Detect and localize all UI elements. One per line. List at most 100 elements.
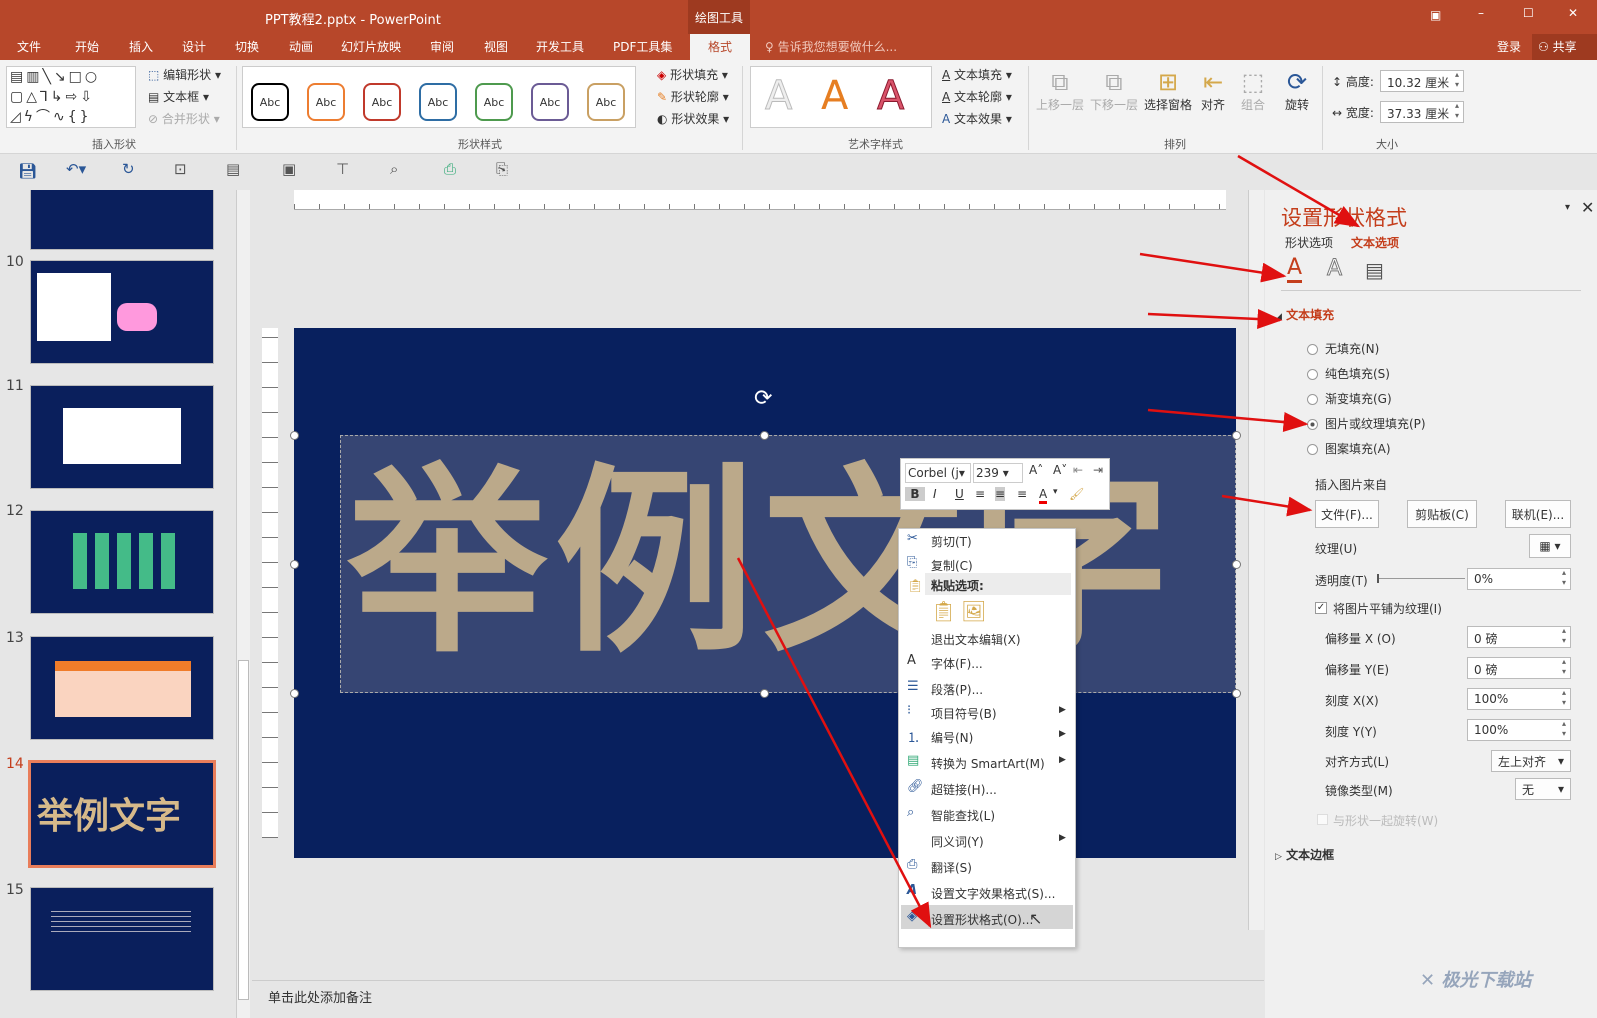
- style-swatch[interactable]: Abc: [531, 83, 569, 121]
- menu-item-translate[interactable]: 翻译(S): [931, 859, 972, 876]
- redo-icon[interactable]: ↻: [122, 160, 135, 178]
- slide-thumbnail[interactable]: [30, 260, 214, 364]
- radio-pattern-fill[interactable]: [1307, 444, 1318, 455]
- vertical-scrollbar[interactable]: [1248, 190, 1264, 930]
- underline-button[interactable]: U: [955, 487, 964, 501]
- tile-label[interactable]: 将图片平铺为纹理(I): [1333, 600, 1442, 617]
- notes-area[interactable]: 单击此处添加备注: [252, 980, 1264, 1010]
- align-center-icon[interactable]: ≡: [995, 487, 1006, 501]
- rotate-handle-icon[interactable]: ⟳: [754, 386, 772, 411]
- resize-handle[interactable]: [1232, 560, 1241, 569]
- align-button[interactable]: ⇤ 对齐: [1196, 68, 1230, 113]
- label-solid-fill[interactable]: 纯色填充(S): [1325, 365, 1390, 382]
- scroll-thumb[interactable]: [238, 660, 249, 1000]
- menu-item-bullets[interactable]: 项目符号(B): [931, 705, 997, 722]
- style-swatch[interactable]: Abc: [587, 83, 625, 121]
- text-fill-section[interactable]: ◢ 文本填充: [1275, 306, 1334, 323]
- wordart-swatch[interactable]: A: [764, 73, 792, 120]
- text-effects-icon[interactable]: A: [1326, 256, 1342, 282]
- slideshow-icon[interactable]: ▣: [282, 160, 296, 178]
- edit-shape-button[interactable]: ⬚ 编辑形状 ▾: [148, 66, 221, 83]
- menu-item-cut[interactable]: 剪切(T): [931, 533, 972, 550]
- wordart-gallery[interactable]: A A A: [750, 66, 932, 128]
- slide-thumbnail-selected[interactable]: 举例文字: [28, 760, 216, 868]
- tell-me-search[interactable]: ♀ 告诉我您想要做什么...: [765, 38, 897, 55]
- menu-item-numbering[interactable]: 编号(N): [931, 729, 973, 746]
- style-swatch[interactable]: Abc: [363, 83, 401, 121]
- paste-keep-format-icon[interactable]: 📋︎: [931, 599, 956, 623]
- shape-style-gallery[interactable]: Abc Abc Abc Abc Abc Abc Abc: [242, 66, 636, 128]
- wordart-swatch[interactable]: A: [821, 73, 848, 119]
- slide-thumbnail[interactable]: [30, 887, 214, 991]
- menu-item-format-text-effects[interactable]: 设置文字效果格式(S)...: [931, 885, 1055, 902]
- layout-icon[interactable]: ▤: [226, 160, 240, 178]
- resize-handle[interactable]: [290, 689, 299, 698]
- shape-effects-button[interactable]: ◐ 形状效果 ▾: [657, 110, 729, 127]
- style-swatch[interactable]: Abc: [475, 83, 513, 121]
- signin-link[interactable]: 登录: [1497, 38, 1521, 55]
- menu-item-smartart[interactable]: 转换为 SmartArt(M): [931, 755, 1045, 772]
- resize-handle[interactable]: [760, 689, 769, 698]
- mirror-select[interactable]: 无 ▾: [1515, 778, 1571, 800]
- shape-outline-button[interactable]: ✎ 形状轮廓 ▾: [657, 88, 729, 105]
- radio-gradient-fill[interactable]: [1307, 394, 1318, 405]
- tab-animations[interactable]: 动画: [289, 38, 313, 55]
- online-button[interactable]: 联机(E)...: [1505, 500, 1571, 528]
- resize-handle[interactable]: [1232, 431, 1241, 440]
- tab-view[interactable]: 视图: [484, 38, 508, 55]
- resize-handle[interactable]: [290, 560, 299, 569]
- increase-indent-icon[interactable]: ⇥: [1093, 463, 1103, 477]
- close-button[interactable]: ✕: [1568, 6, 1578, 20]
- tab-home[interactable]: 开始: [75, 38, 99, 55]
- wordart-swatch[interactable]: A: [876, 73, 904, 120]
- label-no-fill[interactable]: 无填充(N): [1325, 340, 1379, 357]
- menu-item-copy[interactable]: 复制(C): [931, 557, 973, 574]
- menu-item-smart-lookup[interactable]: 智能查找(L): [931, 807, 995, 824]
- resize-handle[interactable]: [1232, 689, 1241, 698]
- tab-slideshow[interactable]: 幻灯片放映: [341, 38, 401, 55]
- alignment-select[interactable]: 左上对齐 ▾: [1491, 750, 1571, 772]
- texture-picker[interactable]: ▦ ▾: [1529, 534, 1571, 558]
- print-icon[interactable]: ⎙: [444, 160, 456, 178]
- textbox-button[interactable]: ▤ 文本框 ▾: [148, 88, 209, 105]
- tab-developer[interactable]: 开发工具: [536, 38, 584, 55]
- share-button[interactable]: ⚇ 共享: [1532, 34, 1597, 60]
- width-input[interactable]: 37.33 厘米: [1380, 101, 1464, 123]
- export-icon[interactable]: ⎘: [496, 160, 508, 178]
- offset-y-input[interactable]: 0 磅: [1467, 657, 1571, 679]
- slide-thumbnail[interactable]: [30, 385, 214, 489]
- tab-format[interactable]: 格式: [690, 34, 750, 60]
- rotate-button[interactable]: ⟳ 旋转: [1280, 68, 1314, 113]
- slide-thumbnail[interactable]: [30, 190, 214, 250]
- text-outline-button[interactable]: A 文本轮廓 ▾: [942, 88, 1012, 105]
- radio-solid-fill[interactable]: [1307, 369, 1318, 380]
- present-icon[interactable]: ⊤: [336, 160, 349, 178]
- menu-item-format-shape[interactable]: 设置形状格式(O)...: [931, 911, 1033, 928]
- radio-no-fill[interactable]: [1307, 344, 1318, 355]
- transparency-slider[interactable]: [1377, 574, 1465, 583]
- menu-item-hyperlink[interactable]: 超链接(H)...: [931, 781, 997, 798]
- slider-thumb[interactable]: [1377, 574, 1379, 583]
- scale-y-input[interactable]: 100%: [1467, 719, 1571, 741]
- label-pattern-fill[interactable]: 图案填充(A): [1325, 440, 1391, 457]
- text-effects-button[interactable]: A 文本效果 ▾: [942, 110, 1012, 127]
- menu-item-paragraph[interactable]: 段落(P)...: [931, 681, 983, 698]
- slide-thumbnail[interactable]: [30, 510, 214, 614]
- align-left-icon[interactable]: ≡: [975, 487, 985, 501]
- text-box-section[interactable]: ▷ 文本边框: [1275, 846, 1334, 863]
- offset-x-input[interactable]: 0 磅: [1467, 626, 1571, 648]
- font-size-select[interactable]: 239 ▾: [973, 463, 1023, 483]
- menu-item-font[interactable]: 字体(F)...: [931, 655, 983, 672]
- label-gradient-fill[interactable]: 渐变填充(G): [1325, 390, 1392, 407]
- maximize-button[interactable]: ☐: [1523, 6, 1534, 20]
- align-right-icon[interactable]: ≡: [1017, 487, 1027, 501]
- style-swatch[interactable]: Abc: [307, 83, 345, 121]
- tab-design[interactable]: 设计: [182, 38, 206, 55]
- italic-button[interactable]: I: [933, 487, 937, 501]
- pane-close-icon[interactable]: ✕: [1581, 198, 1594, 217]
- label-picture-fill[interactable]: 图片或纹理填充(P): [1325, 415, 1426, 432]
- clipboard-button[interactable]: 剪贴板(C): [1407, 500, 1477, 528]
- shrink-font-icon[interactable]: A˅: [1053, 463, 1067, 477]
- font-color-icon[interactable]: A: [1039, 487, 1048, 504]
- bold-button[interactable]: B: [905, 487, 925, 501]
